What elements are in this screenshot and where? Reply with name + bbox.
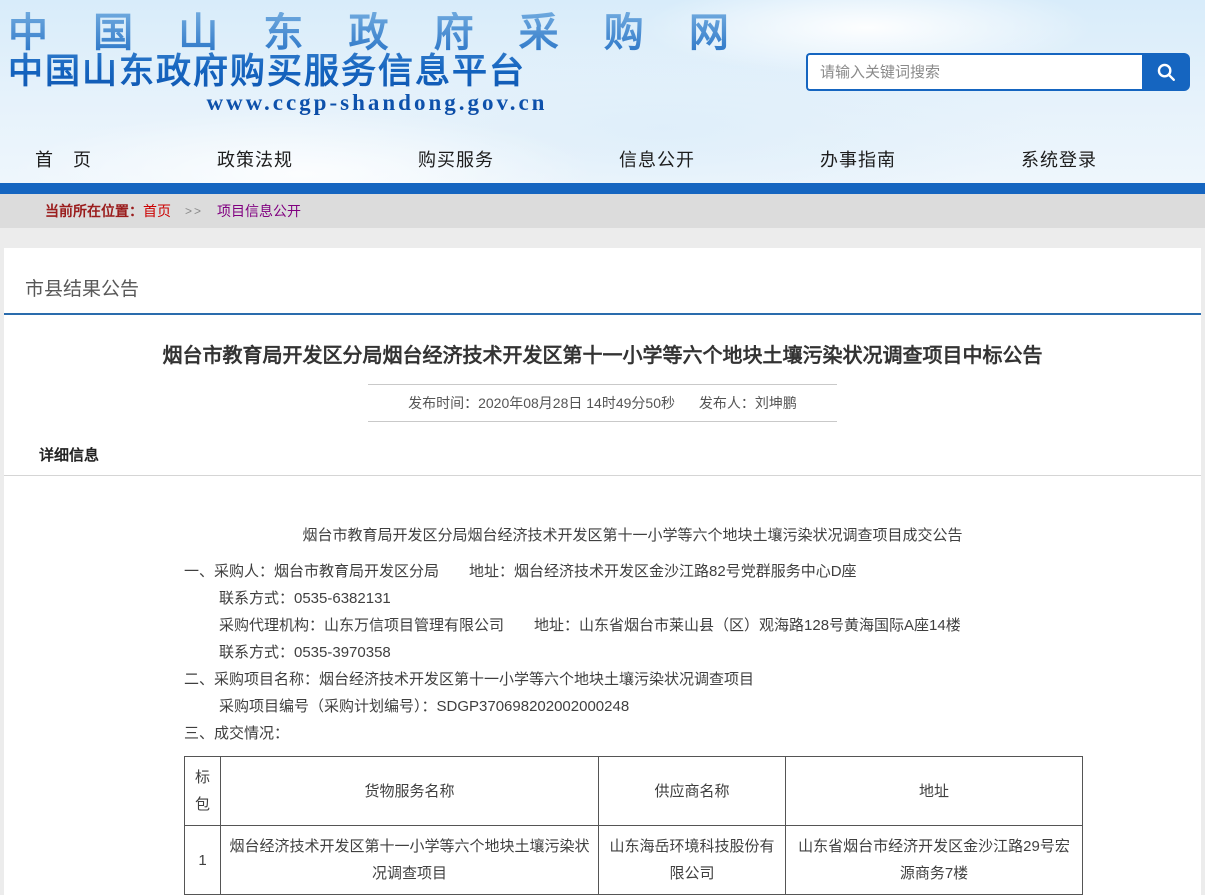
col-header-supplier-name: 供应商名称 — [599, 757, 786, 826]
breadcrumb-prefix: 当前所在位置： — [45, 201, 143, 221]
paragraph-agency-contact: 联系方式：0535-3970358 — [184, 639, 1081, 666]
spacer-strip — [0, 228, 1205, 248]
paragraph-agency: 采购代理机构：山东万信项目管理有限公司 地址：山东省烟台市莱山县（区）观海路12… — [184, 612, 1081, 639]
site-subtitle: 中国山东政府购买服务信息平台 — [8, 54, 746, 91]
deal-result-table: 标包 货物服务名称 供应商名称 地址 1 烟台经济技术开发区第十一小学等六个地块… — [184, 756, 1083, 895]
article-heading: 烟台市教育局开发区分局烟台经济技术开发区第十一小学等六个地块土壤污染状况调查项目… — [184, 522, 1081, 549]
search-icon — [1155, 61, 1177, 83]
nav-divider-bar — [0, 183, 1205, 194]
nav-item-policies[interactable]: 政策法规 — [217, 146, 293, 172]
site-header: 中 国 山 东 政 府 采 购 网 中国山东政府购买服务信息平台 www.ccg… — [0, 0, 1205, 183]
article-body: 烟台市教育局开发区分局烟台经济技术开发区第十一小学等六个地块土壤污染状况调查项目… — [184, 522, 1081, 895]
nav-item-home[interactable]: 首 页 — [35, 146, 92, 172]
cell-lot: 1 — [185, 826, 221, 895]
paragraph-project-name: 二、采购项目名称：烟台经济技术开发区第十一小学等六个地块土壤污染状况调查项目 — [184, 666, 1081, 693]
nav-item-information[interactable]: 信息公开 — [619, 146, 695, 172]
main-content: 市县结果公告 烟台市教育局开发区分局烟台经济技术开发区第十一小学等六个地块土壤污… — [4, 248, 1201, 895]
site-url: www.ccgp-shandong.gov.cn — [8, 91, 746, 115]
paragraph-deal-section: 三、成交情况： — [184, 720, 1081, 747]
col-header-address: 地址 — [786, 757, 1083, 826]
detail-label: 详细信息 — [39, 447, 99, 464]
section-title-row: 市县结果公告 — [4, 274, 1201, 315]
search-input[interactable] — [806, 53, 1142, 91]
breadcrumb-separator: >> — [185, 204, 203, 218]
nav-item-guide[interactable]: 办事指南 — [820, 146, 896, 172]
col-header-goods-service-name: 货物服务名称 — [221, 757, 599, 826]
breadcrumb: 当前所在位置： 首页 >> 项目信息公开 — [0, 194, 1205, 228]
publish-info: 发布时间：2020年08月28日 14时49分50秒 发布人：刘坤鹏 — [368, 384, 837, 422]
detail-header-row: 详细信息 — [4, 422, 1201, 476]
cell-goods-service-name: 烟台经济技术开发区第十一小学等六个地块土壤污染状况调查项目 — [221, 826, 599, 895]
search-bar — [806, 53, 1190, 91]
publish-time: 发布时间：2020年08月28日 14时49分50秒 — [408, 395, 675, 411]
nav-item-login[interactable]: 系统登录 — [1021, 146, 1097, 172]
site-title: 中 国 山 东 政 府 采 购 网 — [8, 12, 746, 54]
section-title: 市县结果公告 — [25, 279, 139, 300]
paragraph-purchaser: 一、采购人：烟台市教育局开发区分局 地址：烟台经济技术开发区金沙江路82号党群服… — [184, 558, 1081, 585]
paragraph-purchaser-contact: 联系方式：0535-6382131 — [184, 585, 1081, 612]
cell-supplier-name: 山东海岳环境科技股份有限公司 — [599, 826, 786, 895]
cell-address: 山东省烟台市经济开发区金沙江路29号宏源商务7楼 — [786, 826, 1083, 895]
paragraph-project-number: 采购项目编号（采购计划编号）：SDGP370698202002000248 — [184, 693, 1081, 720]
site-logo[interactable]: 中 国 山 东 政 府 采 购 网 中国山东政府购买服务信息平台 www.ccg… — [8, 12, 746, 115]
search-button[interactable] — [1142, 53, 1190, 91]
publisher: 发布人：刘坤鹏 — [699, 395, 797, 411]
col-header-lot: 标包 — [185, 757, 221, 826]
breadcrumb-home-link[interactable]: 首页 — [143, 201, 171, 221]
breadcrumb-current-link[interactable]: 项目信息公开 — [217, 201, 301, 221]
table-row: 1 烟台经济技术开发区第十一小学等六个地块土壤污染状况调查项目 山东海岳环境科技… — [185, 826, 1083, 895]
table-header-row: 标包 货物服务名称 供应商名称 地址 — [185, 757, 1083, 826]
main-nav: 首 页 政策法规 购买服务 信息公开 办事指南 系统登录 — [0, 135, 1205, 183]
article-title: 烟台市教育局开发区分局烟台经济技术开发区第十一小学等六个地块土壤污染状况调查项目… — [64, 339, 1141, 368]
nav-item-purchase-services[interactable]: 购买服务 — [418, 146, 494, 172]
